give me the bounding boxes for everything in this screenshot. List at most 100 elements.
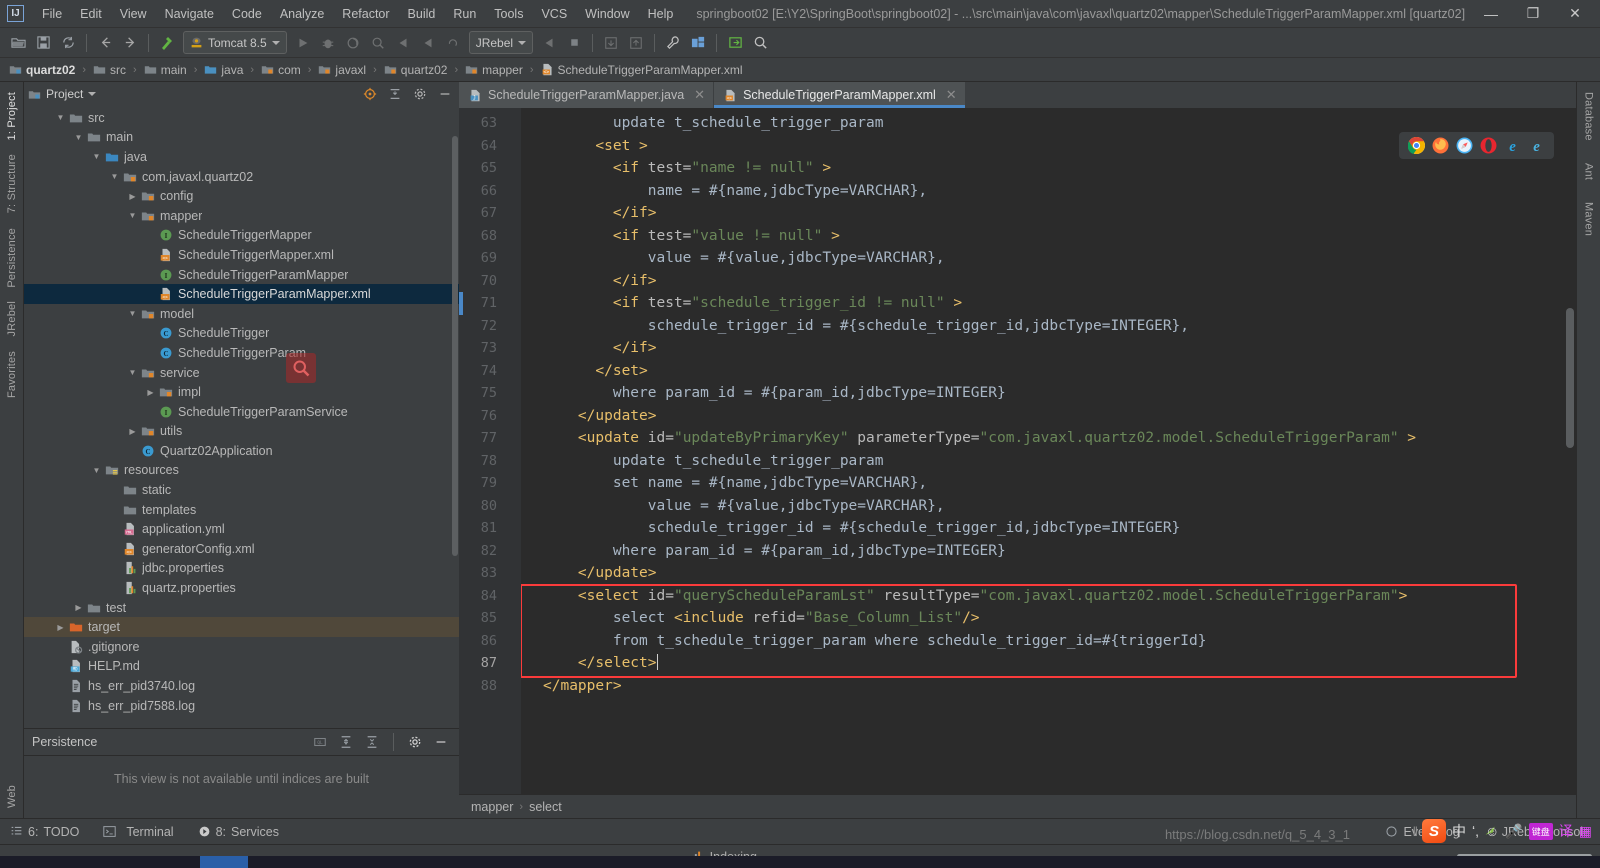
tree-item-scheduletriggermapper[interactable]: I ScheduleTriggerMapper xyxy=(24,226,459,246)
code-line[interactable]: name = #{name,jdbcType=VARCHAR}, xyxy=(521,180,1576,203)
code-line[interactable]: where param_id = #{param_id,jdbcType=INT… xyxy=(521,382,1576,405)
collapse-arrow-icon[interactable]: ▶ xyxy=(126,192,139,201)
tree-item-mapper[interactable]: ▼ mapper xyxy=(24,206,459,226)
tree-item-target[interactable]: ▶ target xyxy=(24,617,459,638)
collapse-all-persist-icon[interactable] xyxy=(362,732,382,752)
ime-keyboard-icon[interactable]: 键盘 xyxy=(1528,822,1553,840)
breadcrumb-item-src[interactable]: src xyxy=(90,62,129,78)
safari-icon[interactable] xyxy=(1456,137,1473,154)
tree-item-main[interactable]: ▼ main xyxy=(24,128,459,148)
tree-item-utils[interactable]: ▶ utils xyxy=(24,422,459,442)
tool-window-jrebel[interactable]: JRebel xyxy=(4,295,20,342)
tool-window-web[interactable]: Web xyxy=(4,779,20,814)
project-structure-icon[interactable] xyxy=(686,31,710,55)
expand-arrow-icon[interactable]: ▼ xyxy=(90,466,103,475)
back-arrow-icon[interactable] xyxy=(93,31,117,55)
breadcrumb-item-main[interactable]: main xyxy=(141,62,190,78)
bottom-tab-terminal[interactable]: Terminal xyxy=(99,823,177,841)
ime-language-mode[interactable]: 中 xyxy=(1452,821,1466,841)
tree-item-src[interactable]: ▼ src xyxy=(24,108,459,128)
menu-build[interactable]: Build xyxy=(399,3,445,25)
jrebel-selector[interactable]: JRebel xyxy=(468,31,534,54)
run-coverage-button[interactable] xyxy=(341,31,365,55)
code-content[interactable]: update t_schedule_trigger_param <set > <… xyxy=(521,108,1576,794)
code-line[interactable]: </update> xyxy=(521,562,1576,585)
menu-file[interactable]: File xyxy=(33,3,71,25)
hide-panel-icon[interactable] xyxy=(435,84,455,104)
menu-tools[interactable]: Tools xyxy=(485,3,532,25)
chevron-down-icon[interactable] xyxy=(271,40,280,45)
save-all-icon[interactable] xyxy=(31,31,55,55)
stop-icon[interactable] xyxy=(562,31,586,55)
edge-icon[interactable]: e xyxy=(1528,137,1545,154)
tree-item-static[interactable]: static xyxy=(24,480,459,500)
menu-vcs[interactable]: VCS xyxy=(532,3,576,25)
editor-tab-java[interactable]: J ScheduleTriggerParamMapper.java ✕ xyxy=(459,82,715,108)
profile-button[interactable] xyxy=(366,31,390,55)
code-line[interactable]: value = #{value,jdbcType=VARCHAR}, xyxy=(521,247,1576,270)
hide-persistence-icon[interactable] xyxy=(431,732,451,752)
commit-icon[interactable] xyxy=(624,31,648,55)
collapse-arrow-icon[interactable]: ▶ xyxy=(72,603,85,612)
breadcrumb-item-quartz02-pkg[interactable]: quartz02 xyxy=(381,62,451,78)
code-line[interactable]: </select> xyxy=(521,652,1576,675)
attach-debugger-icon[interactable] xyxy=(391,31,415,55)
persistence-settings-gear-icon[interactable] xyxy=(405,732,425,752)
code-line[interactable]: set name = #{name,jdbcType=VARCHAR}, xyxy=(521,472,1576,495)
collapse-arrow-icon[interactable]: ▶ xyxy=(126,427,139,436)
tool-window-database[interactable]: Database xyxy=(1581,86,1597,147)
tree-item-templates[interactable]: templates xyxy=(24,500,459,520)
expand-arrow-icon[interactable]: ▼ xyxy=(108,172,121,181)
maximize-button[interactable]: ❐ xyxy=(1512,0,1554,27)
breadcrumb-item-mapper[interactable]: mapper xyxy=(462,62,526,78)
project-chevron-down-icon[interactable] xyxy=(88,92,97,96)
code-line[interactable]: value = #{value,jdbcType=VARCHAR}, xyxy=(521,495,1576,518)
tree-item-hs-err-pid3740-log[interactable]: hs_err_pid3740.log xyxy=(24,676,459,696)
tree-item-scheduletriggerparam[interactable]: C ScheduleTriggerParam xyxy=(24,343,459,363)
forward-arrow-icon[interactable] xyxy=(118,31,142,55)
code-line[interactable]: <if test="value != null" > xyxy=(521,225,1576,248)
expand-arrow-icon[interactable]: ▼ xyxy=(72,133,85,142)
tree-item-scheduletriggermapper-xml[interactable]: <> ScheduleTriggerMapper.xml xyxy=(24,245,459,265)
expand-arrow-icon[interactable]: ▼ xyxy=(126,211,139,220)
build-hammer-icon[interactable] xyxy=(155,31,179,55)
tree-item-generatorconfig-xml[interactable]: <> generatorConfig.xml xyxy=(24,539,459,559)
code-line[interactable]: schedule_trigger_id = #{schedule_trigger… xyxy=(521,517,1576,540)
project-file-tree[interactable]: ▼ src ▼ main ▼ java ▼ com.javaxl.quartz02 ▶ confi… xyxy=(24,106,459,728)
debug-button[interactable] xyxy=(316,31,340,55)
menu-run[interactable]: Run xyxy=(444,3,485,25)
tree-item-com-javaxl-quartz02[interactable]: ▼ com.javaxl.quartz02 xyxy=(24,167,459,187)
collapse-all-icon[interactable] xyxy=(385,84,405,104)
expand-arrow-icon[interactable]: ▼ xyxy=(54,113,67,122)
ime-emoji-icon[interactable]: ☺ xyxy=(1485,823,1499,839)
tree-item-service[interactable]: ▼ service xyxy=(24,363,459,383)
expand-arrow-icon[interactable]: ▼ xyxy=(90,152,103,161)
breadcrumb-item-file[interactable]: <> ScheduleTriggerParamMapper.xml xyxy=(538,62,746,78)
status-breadcrumb-mapper[interactable]: mapper xyxy=(471,800,513,814)
code-line[interactable]: </update> xyxy=(521,405,1576,428)
bottom-tab-todo[interactable]: 6: TODO xyxy=(6,823,83,841)
close-button[interactable]: ✕ xyxy=(1554,0,1596,27)
menu-view[interactable]: View xyxy=(111,3,156,25)
chevron-down-icon-2[interactable] xyxy=(518,40,527,45)
tree-item-model[interactable]: ▼ model xyxy=(24,304,459,324)
menu-window[interactable]: Window xyxy=(576,3,638,25)
menu-code[interactable]: Code xyxy=(223,3,271,25)
tool-window-ant[interactable]: Ant xyxy=(1581,157,1597,186)
locate-file-icon[interactable] xyxy=(360,84,380,104)
code-line[interactable]: update t_schedule_trigger_param xyxy=(521,450,1576,473)
tool-window-persistence[interactable]: Persistence xyxy=(4,222,20,294)
menu-help[interactable]: Help xyxy=(639,3,683,25)
menu-edit[interactable]: Edit xyxy=(71,3,111,25)
tree-item-quartz02application[interactable]: C Quartz02Application xyxy=(24,441,459,461)
code-line[interactable]: </if> xyxy=(521,337,1576,360)
breadcrumb-item-java[interactable]: java xyxy=(201,62,246,78)
tree-item-config[interactable]: ▶ config xyxy=(24,186,459,206)
tree-item-test[interactable]: ▶ test xyxy=(24,598,459,618)
expand-all-icon[interactable] xyxy=(336,732,356,752)
project-settings-gear-icon[interactable] xyxy=(410,84,430,104)
code-editor[interactable]: 63 64 65 66 67 68 69 70 71 72 73 74 75 76 77 78 79 80 81 82… xyxy=(459,108,1576,794)
code-line[interactable]: select <include refid="Base_Column_List"… xyxy=(521,607,1576,630)
breadcrumb-item-com[interactable]: com xyxy=(258,62,304,78)
expand-arrow-icon[interactable]: ▼ xyxy=(126,309,139,318)
